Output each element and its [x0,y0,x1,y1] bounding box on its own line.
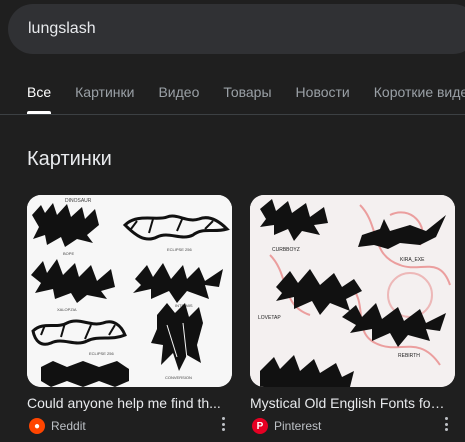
more-options-icon[interactable] [441,417,451,431]
thumb-label: XALOPZIA [57,307,77,312]
thumb-label: CONVERSION [165,375,192,380]
tab-images[interactable]: Картинки [75,80,134,114]
reddit-icon: ● [29,418,45,434]
tab-all[interactable]: Все [27,80,52,114]
thumbnail-logo-sheet: CURBBOYZ KIRA_EXE LOVETAP REBIRTH [250,195,455,387]
thumb-label: ECLIPSE 256 [89,351,114,356]
images-section-title: Картинки [27,148,112,170]
search-input[interactable]: lungslash [28,20,96,38]
image-result-source[interactable]: ● Reddit [27,416,232,436]
image-thumbnail[interactable]: CURBBOYZ KIRA_EXE LOVETAP REBIRTH [250,195,455,387]
search-bar[interactable]: lungslash [8,4,465,54]
search-tabs: Все Картинки Видео Товары Новости Коротк… [0,80,465,114]
image-result-card[interactable]: CURBBOYZ KIRA_EXE LOVETAP REBIRTH Mystic… [250,195,455,436]
thumb-label: DINOSAUR [65,198,92,204]
tab-news[interactable]: Новости [296,80,350,114]
thumb-label: BOPE [63,251,74,256]
tab-short-videos[interactable]: Короткие виде [374,80,465,114]
image-result-title[interactable]: Could anyone help me find th... [27,395,223,411]
tabs-divider [0,114,465,115]
image-result-title[interactable]: Mystical Old English Fonts for... [250,395,446,411]
thumb-label: KIRA_EXE [400,257,425,263]
thumb-label: CURBBOYZ [272,247,300,253]
pinterest-icon: P [252,418,268,434]
more-options-icon[interactable] [218,417,228,431]
image-result-card[interactable]: DINOSAUR BOPE ECLIPSE 256 XALOPZIA INTRI… [27,195,232,436]
source-name: Pinterest [274,419,322,433]
thumb-label: LOVETAP [258,315,281,321]
thumb-label: REBIRTH [398,353,420,359]
tab-videos[interactable]: Видео [158,80,199,114]
thumbnail-logo-sheet: DINOSAUR BOPE ECLIPSE 256 XALOPZIA INTRI… [27,195,232,387]
source-name: Reddit [51,419,86,433]
image-result-source[interactable]: P Pinterest [250,416,455,436]
thumb-label: ECLIPSE 256 [167,247,192,252]
tab-shopping[interactable]: Товары [223,80,271,114]
image-thumbnail[interactable]: DINOSAUR BOPE ECLIPSE 256 XALOPZIA INTRI… [27,195,232,387]
